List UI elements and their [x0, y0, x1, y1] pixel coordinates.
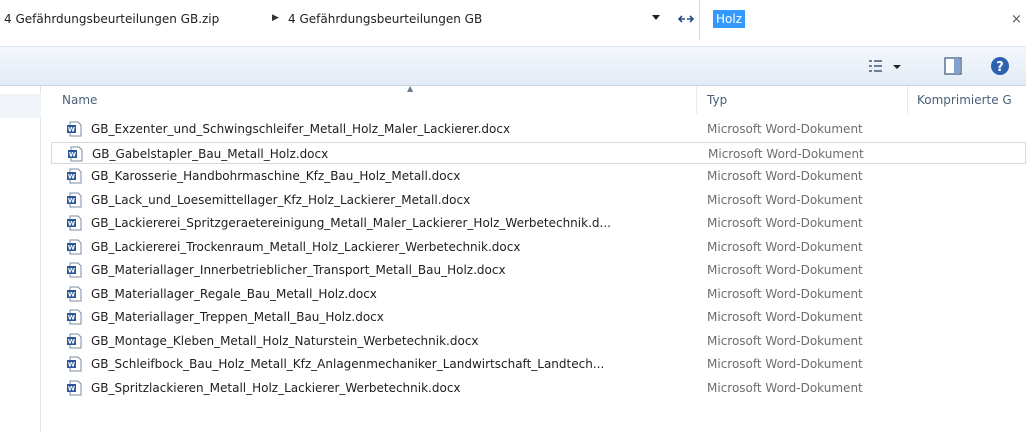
file-name: GB_Gabelstapler_Bau_Metall_Holz.docx	[92, 146, 329, 161]
word-document-icon: W	[67, 380, 82, 395]
navigation-pane[interactable]	[0, 86, 41, 432]
svg-text:W: W	[68, 173, 75, 181]
file-name: GB_Exzenter_und_Schwingschleifer_Metall_…	[91, 122, 511, 136]
file-row[interactable]: W GB_Lackiererei_Trockenraum_Metall_Holz_…	[51, 236, 1026, 258]
refresh-icon[interactable]	[676, 10, 696, 28]
file-row[interactable]: W GB_Montage_Kleben_Metall_Holz_Naturstei…	[51, 330, 1026, 352]
file-name: GB_Materiallager_Innerbetrieblicher_Tran…	[91, 263, 506, 277]
address-bar: 4 Gefährdungsbeurteilungen GB.zip ▶ 4 Ge…	[0, 0, 1026, 40]
file-row[interactable]: W GB_Exzenter_und_Schwingschleifer_Metall…	[51, 118, 1026, 140]
file-type: Microsoft Word-Dokument	[707, 122, 863, 136]
file-name: GB_Materiallager_Treppen_Metall_Bau_Holz…	[91, 310, 384, 324]
file-name: GB_Spritzlackieren_Metall_Holz_Lackierer…	[91, 380, 461, 395]
svg-text:W: W	[68, 243, 75, 251]
word-document-icon: W	[67, 262, 82, 278]
file-row[interactable]: W GB_Gabelstapler_Bau_Metall_Holz.docx Mic…	[51, 141, 1026, 164]
nav-selected-item[interactable]	[0, 94, 41, 118]
word-document-icon: W	[67, 168, 82, 184]
file-row[interactable]: W GB_Schleifbock_Bau_Holz_Metall_Kfz_Anla…	[51, 353, 1026, 375]
svg-text:W: W	[68, 361, 75, 369]
file-type: Microsoft Word-Dokument	[707, 333, 863, 348]
breadcrumb-item-zip[interactable]: 4 Gefährdungsbeurteilungen GB.zip	[4, 12, 219, 26]
column-headers: ▲ Name Typ Komprimierte G	[41, 84, 1026, 114]
file-name: GB_Lackiererei_Trockenraum_Metall_Holz_L…	[91, 239, 521, 254]
svg-text:?: ?	[996, 60, 1004, 75]
column-header-type[interactable]: Typ	[707, 93, 727, 107]
command-toolbar: ?	[0, 46, 1026, 86]
file-row[interactable]: W GB_Karosserie_Handbohrmaschine_Kfz_Bau_…	[51, 165, 1026, 187]
svg-text:W: W	[68, 384, 75, 392]
file-name: GB_Lackiererei_Spritzgeraetereinigung_Me…	[91, 216, 611, 230]
column-header-compressed-size[interactable]: Komprimierte G	[917, 93, 1012, 107]
sort-ascending-icon: ▲	[407, 84, 414, 93]
file-type: Microsoft Word-Dokument	[707, 169, 863, 183]
word-document-icon: W	[67, 239, 82, 254]
column-divider[interactable]	[696, 86, 697, 114]
svg-text:W: W	[68, 290, 75, 298]
search-box[interactable]: Holz ×	[708, 0, 1026, 40]
breadcrumb-separator-icon[interactable]: ▶	[272, 13, 279, 23]
file-row[interactable]: W GB_Materiallager_Treppen_Metall_Bau_Hol…	[51, 306, 1026, 328]
file-name: GB_Materiallager_Regale_Bau_Metall_Holz.…	[91, 286, 377, 301]
breadcrumb-item-folder[interactable]: 4 Gefährdungsbeurteilungen GB	[288, 12, 482, 26]
clear-search-icon[interactable]: ×	[1011, 12, 1022, 27]
file-type: Microsoft Word-Dokument	[707, 357, 863, 371]
history-dropdown-icon[interactable]	[652, 15, 660, 20]
svg-text:W: W	[68, 337, 75, 345]
column-header-name[interactable]: Name	[62, 93, 97, 107]
word-document-icon: W	[67, 192, 82, 207]
file-type: Microsoft Word-Dokument	[707, 286, 863, 301]
file-row[interactable]: W GB_Materiallager_Innerbetrieblicher_Tra…	[51, 259, 1026, 281]
help-icon[interactable]: ?	[990, 56, 1010, 76]
file-row[interactable]: W GB_Materiallager_Regale_Bau_Metall_Holz…	[51, 283, 1026, 305]
file-type: Microsoft Word-Dokument	[707, 310, 863, 324]
file-row[interactable]: W GB_Spritzlackieren_Metall_Holz_Lackiere…	[51, 377, 1026, 399]
file-type: Microsoft Word-Dokument	[707, 239, 863, 254]
svg-text:W: W	[68, 314, 75, 322]
word-document-icon: W	[67, 356, 82, 372]
file-name: GB_Montage_Kleben_Metall_Holz_Naturstein…	[91, 333, 479, 348]
file-name: GB_Schleifbock_Bau_Holz_Metall_Kfz_Anlag…	[91, 357, 605, 371]
column-divider[interactable]	[907, 86, 908, 114]
file-name: GB_Lack_und_Loesemittellager_Kfz_Holz_La…	[91, 192, 471, 207]
word-document-icon: W	[68, 146, 83, 161]
svg-text:W: W	[68, 196, 75, 204]
file-type: Microsoft Word-Dokument	[707, 380, 863, 395]
breadcrumb[interactable]: 4 Gefährdungsbeurteilungen GB.zip ▶ 4 Ge…	[0, 0, 700, 40]
file-row[interactable]: W GB_Lackiererei_Spritzgeraetereinigung_M…	[51, 212, 1026, 234]
svg-text:W: W	[68, 126, 75, 134]
svg-text:W: W	[68, 267, 75, 275]
views-icon[interactable]	[868, 57, 904, 77]
word-document-icon: W	[67, 286, 82, 301]
file-type: Microsoft Word-Dokument	[707, 216, 863, 230]
word-document-icon: W	[67, 309, 82, 325]
search-input[interactable]: Holz	[713, 10, 745, 28]
file-type: Microsoft Word-Dokument	[707, 192, 863, 207]
file-type: Microsoft Word-Dokument	[708, 146, 864, 161]
file-name: GB_Karosserie_Handbohrmaschine_Kfz_Bau_H…	[91, 169, 461, 183]
word-document-icon: W	[67, 333, 82, 348]
svg-text:W: W	[69, 150, 76, 158]
preview-pane-icon[interactable]	[944, 57, 962, 75]
file-type: Microsoft Word-Dokument	[707, 263, 863, 277]
file-row[interactable]: W GB_Lack_und_Loesemittellager_Kfz_Holz_L…	[51, 189, 1026, 211]
word-document-icon: W	[67, 215, 82, 231]
svg-text:W: W	[68, 220, 75, 228]
word-document-icon: W	[67, 121, 82, 137]
